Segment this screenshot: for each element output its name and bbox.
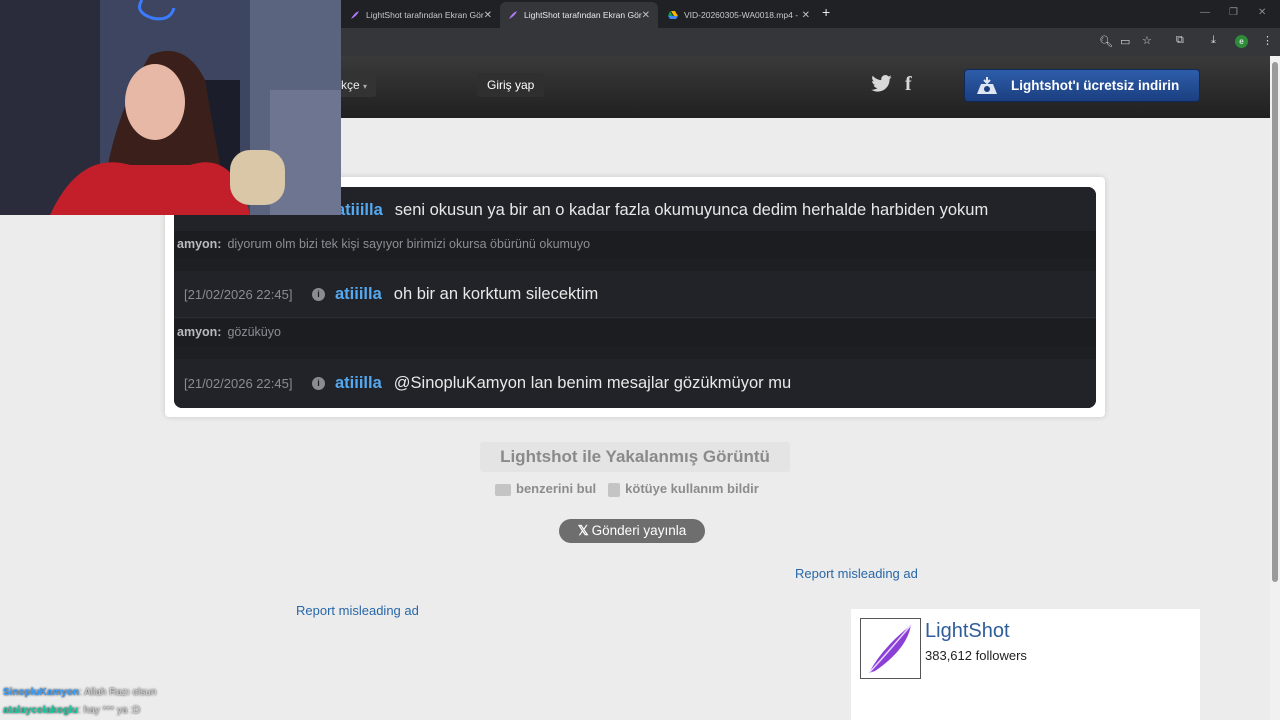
stream-chat-line: atalaycolakoglu: hay *** ya :D: [3, 705, 140, 716]
report-misleading-ad-link[interactable]: Report misleading ad: [795, 566, 918, 581]
page-scrollbar-thumb[interactable]: [1272, 62, 1278, 582]
cast-icon[interactable]: ▭: [1120, 35, 1130, 48]
message-user: atiiilla: [336, 200, 383, 219]
lightshot-feather-icon: [509, 11, 517, 19]
facebook-icon[interactable]: f: [905, 73, 912, 96]
find-similar-label: benzerini bul: [516, 481, 597, 496]
reply-text: gözüküyo: [227, 325, 281, 339]
clipboard-icon: [608, 482, 621, 497]
x-logo-icon: 𝕏: [577, 523, 589, 538]
fb-page-name[interactable]: LightShot: [925, 620, 1010, 643]
chat-username: atalaycolakoglu: [3, 705, 79, 716]
new-tab-button[interactable]: +: [822, 4, 830, 20]
zoom-icon[interactable]: 🔍︎: [1099, 35, 1113, 48]
message-text: oh bir an korktum silecektim: [393, 284, 599, 303]
message-user: atiiilla: [335, 284, 382, 303]
menu-icon[interactable]: ⋮: [1262, 34, 1273, 47]
lightshot-feather-icon: [351, 11, 359, 19]
download-button-label: Lightshot'ı ücretsiz indirin: [1011, 78, 1180, 93]
minimize-icon[interactable]: —: [1200, 7, 1210, 18]
captured-screenshot[interactable]: atiiilla seni okusun ya bir an o kadar f…: [174, 187, 1096, 408]
chat-message: : Allah Razı olsun: [79, 687, 157, 698]
close-tab-icon[interactable]: ✕: [802, 10, 810, 21]
lightshot-feather-icon: [868, 624, 912, 674]
message-timestamp: [21/02/2026 22:45]: [184, 286, 293, 302]
download-icon[interactable]: ⤓: [1211, 34, 1216, 47]
webcam-overlay: [0, 0, 341, 215]
browser-tab-3[interactable]: VID-20260305-WA0018.mp4 - ✕: [660, 2, 818, 28]
info-icon: i: [312, 377, 325, 390]
reply-user: amyon:: [177, 325, 222, 339]
camera-icon: [495, 483, 511, 496]
info-icon: i: [312, 287, 325, 301]
chat-reply: amyon: gözüküyo: [174, 319, 1096, 345]
page-title: Lightshot ile Yakalanmış Görüntü: [480, 442, 790, 472]
chat-reply: amyon: diyorum olm bizi tek kişi sayıyor…: [174, 231, 1096, 257]
fb-follower-count: 383,612 followers: [925, 648, 1027, 663]
twitter-icon[interactable]: [871, 75, 892, 92]
browser-tab-1[interactable]: LightShot tarafından Ekran Gör ✕: [342, 2, 500, 28]
report-abuse-label: kötüye kullanım bildir: [625, 481, 759, 496]
webcam-image: [0, 0, 341, 215]
reply-user: amyon:: [177, 237, 222, 251]
message-text: @SinopluKamyon lan benim mesajlar gözükm…: [393, 374, 792, 392]
reply-text: diyorum olm bizi tek kişi sayıyor birimi…: [227, 237, 591, 251]
report-misleading-ad-link[interactable]: Report misleading ad: [296, 603, 419, 618]
tab-title: LightShot tarafından Ekran Gör: [366, 10, 484, 20]
language-select[interactable]: kçe ▾: [338, 73, 376, 97]
maximize-icon[interactable]: ❐: [1229, 7, 1238, 18]
login-button[interactable]: Giriş yap: [477, 73, 545, 97]
chat-message: [21/02/2026 22:45] i atiiilla oh bir an …: [174, 271, 1096, 318]
google-drive-icon: [668, 11, 678, 19]
chat-username: SinopluKamyon: [3, 687, 80, 698]
profile-icon[interactable]: e: [1235, 35, 1248, 48]
extensions-icon[interactable]: ⧉: [1176, 34, 1184, 47]
close-tab-icon[interactable]: ✕: [642, 10, 650, 21]
find-similar-link[interactable]: benzerini bul: [495, 481, 596, 497]
chat-message: : hay *** ya :D: [78, 705, 141, 716]
message-timestamp: [21/02/2026 22:45]: [184, 376, 293, 391]
lightshot-logo[interactable]: [860, 618, 921, 679]
lightshot-app-icon: [977, 76, 997, 94]
stream-chat-line: SinopluKamyon: Allah Razı olsun: [3, 687, 156, 698]
browser-tab-2[interactable]: LightShot tarafından Ekran Gör ✕: [500, 2, 658, 28]
post-to-x-button[interactable]: 𝕏 Gönderi yayınla: [559, 519, 705, 543]
chat-message: [21/02/2026 22:45] i atiiilla @SinopluKa…: [174, 359, 1096, 408]
message-text: seni okusun ya bir an o kadar fazla okum…: [394, 200, 989, 219]
tab-title: VID-20260305-WA0018.mp4 -: [684, 10, 799, 20]
close-tab-icon[interactable]: ✕: [484, 10, 492, 21]
download-lightshot-button[interactable]: Lightshot'ı ücretsiz indirin: [964, 69, 1200, 102]
language-label: kçe: [341, 78, 360, 92]
image-actions: benzerini bul kötüye kullanım bildir: [495, 481, 759, 497]
tab-title: LightShot tarafından Ekran Gör: [524, 10, 642, 20]
chevron-down-icon: ▾: [363, 82, 368, 91]
message-user: atiiilla: [335, 374, 382, 392]
post-button-label: Gönderi yayınla: [591, 523, 687, 538]
report-abuse-link[interactable]: kötüye kullanım bildir: [608, 481, 759, 497]
close-window-icon[interactable]: ✕: [1258, 7, 1266, 18]
star-icon[interactable]: ☆: [1142, 34, 1152, 47]
